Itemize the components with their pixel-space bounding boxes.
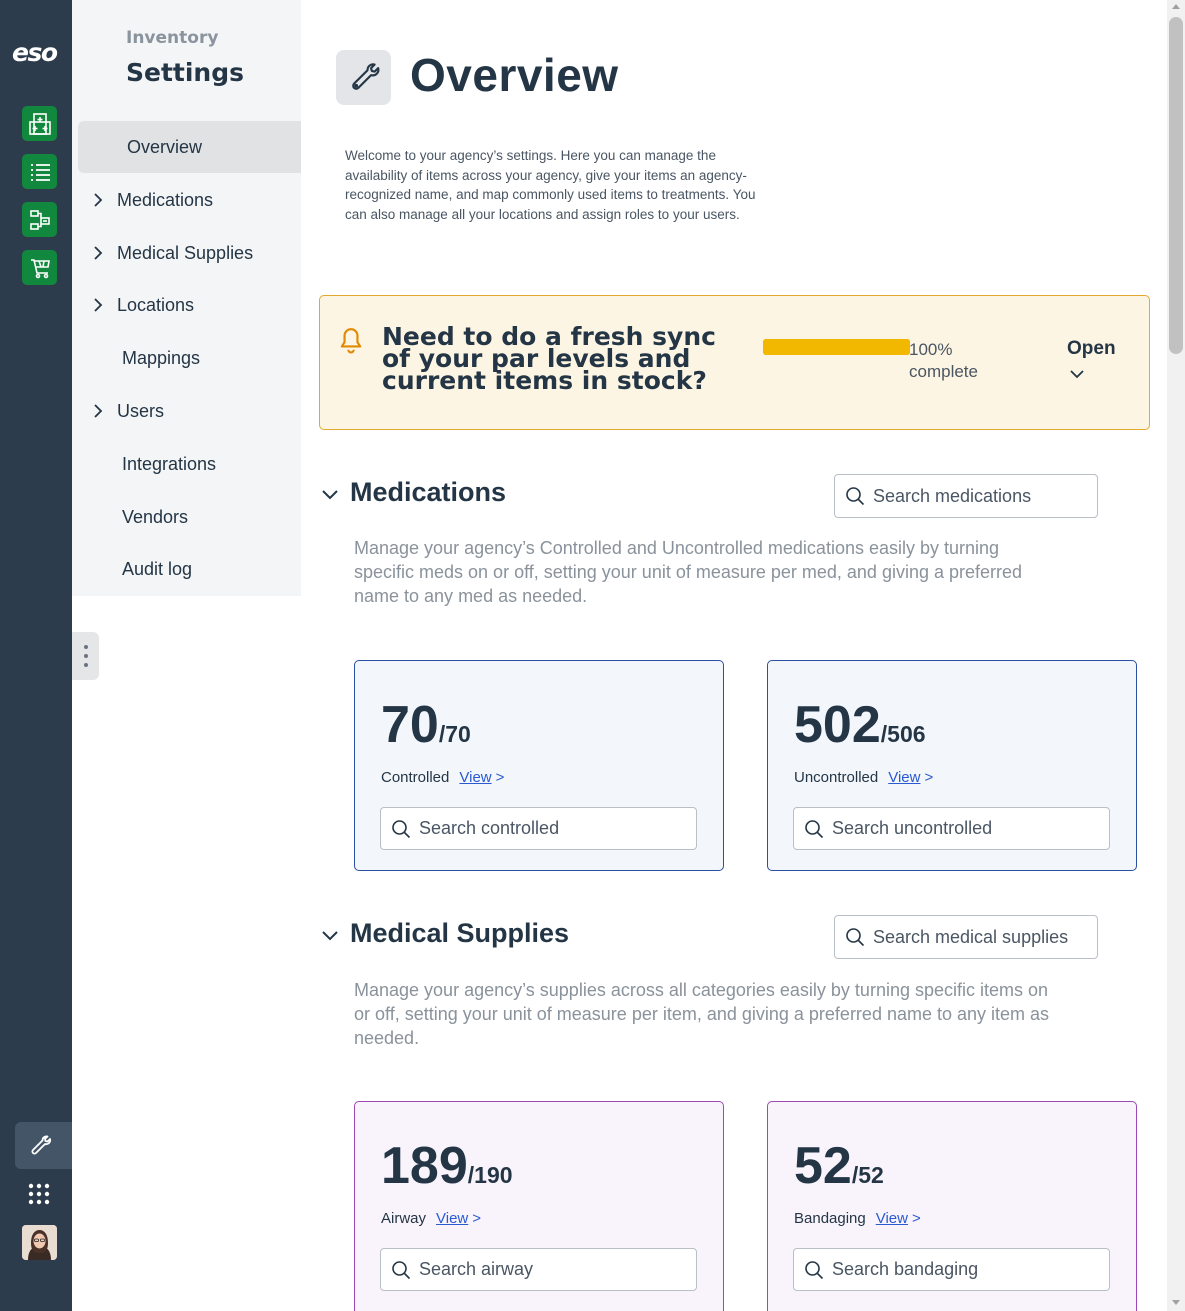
sync-progress-bar [763,339,910,355]
nav-item-integrations[interactable]: Integrations [78,438,301,490]
bell-icon [338,326,364,358]
search-placeholder: Search medical supplies [873,926,1069,947]
nav-item-label: Vendors [122,506,189,527]
page-title: Overview [410,49,619,101]
bandaging-label: Bandaging [794,1210,866,1227]
nav-item-medications[interactable]: Medications [78,174,301,226]
bandaging-card: 52/52 Bandaging View > Search bandaging [767,1101,1137,1311]
chevron-down-icon[interactable] [321,927,339,946]
chevron-right-icon [78,297,108,313]
scroll-up-arrow[interactable] [1172,4,1180,9]
sync-progress-fill [763,339,910,355]
search-controlled-input[interactable]: Search controlled [380,807,697,850]
uncontrolled-count: 502 [794,696,881,754]
search-placeholder: Search bandaging [832,1259,979,1279]
airway-count: 189 [381,1137,468,1195]
chevron-right-icon [78,245,108,261]
nav-item-label: Users [117,400,165,421]
chevron-right-icon [78,192,108,208]
search-medical-supplies-input[interactable]: Search medical supplies [834,915,1098,959]
bandaging-count: 52 [794,1137,852,1195]
wrench-icon [336,50,391,105]
banner-open-button[interactable]: Open [1067,338,1116,360]
main-content: Overview Welcome to your agency’s settin… [301,0,1167,1311]
nav-item-overview[interactable]: Overview [78,121,301,173]
wrench-icon[interactable] [15,1122,72,1169]
nav-item-label: Locations [117,294,195,315]
uncontrolled-card: 502/506 Uncontrolled View > Search uncontr… [767,660,1137,871]
controlled-view-arrow[interactable]: > [496,769,505,786]
medical-supplies-section-title: Medical Supplies [350,918,570,948]
nav-item-label: Medications [117,189,214,210]
nav-collapse-handle[interactable] [72,632,99,680]
controlled-label: Controlled [381,769,450,786]
banner-message: Need to do a fresh sync of your par leve… [382,322,716,395]
controlled-card: 70/70 Controlled View > Search controlled [354,660,724,871]
chevron-down-icon[interactable] [1069,364,1085,383]
search-placeholder: Search uncontrolled [832,818,993,838]
airway-card: 189/190 Airway View > Search airway [354,1101,724,1311]
page-description: Welcome to your agency’s settings. Here … [345,148,756,222]
search-icon [846,928,865,947]
bandaging-total: /52 [851,1162,884,1188]
bandaging-view-link[interactable]: View [876,1210,908,1227]
nav-item-medical-supplies[interactable]: Medical Supplies [78,227,301,279]
search-medications-input[interactable]: Search medications [834,474,1098,518]
chevron-down-icon[interactable] [321,486,339,505]
nav-item-audit-log[interactable]: Audit log [78,543,301,595]
search-icon [805,1260,824,1279]
search-icon [846,487,865,506]
airway-view-link[interactable]: View [436,1210,468,1227]
nav-item-vendors[interactable]: Vendors [78,491,301,543]
uncontrolled-view-arrow[interactable]: > [924,769,933,786]
nav-item-label: Integrations [122,453,217,474]
hospital-grid-icon[interactable] [22,106,57,141]
uncontrolled-label: Uncontrolled [794,769,879,786]
medications-description: Manage your agency’s Controlled and Unco… [354,538,1023,606]
scrollbar-thumb[interactable] [1169,17,1183,354]
search-icon [805,819,824,838]
scroll-down-arrow[interactable] [1172,1300,1180,1305]
airway-label: Airway [381,1210,427,1227]
workflow-icon[interactable] [22,202,57,237]
search-airway-input[interactable]: Search airway [380,1248,697,1291]
search-icon [392,819,411,838]
airway-total: /190 [467,1162,513,1188]
medical-supplies-description: Manage your agency’s supplies across all… [354,980,1050,1048]
app-rail: eso [0,0,72,1311]
controlled-total: /70 [438,721,471,747]
search-placeholder: Search airway [419,1259,534,1279]
search-uncontrolled-input[interactable]: Search uncontrolled [793,807,1110,850]
nav-item-users[interactable]: Users [78,385,301,437]
nav-eyebrow: Inventory [126,28,219,48]
nav-item-locations[interactable]: Locations [78,279,301,331]
nav-item-mappings[interactable]: Mappings [78,332,301,384]
uncontrolled-total: /506 [880,721,926,747]
nav-item-label: Overview [127,136,203,157]
settings-nav: Inventory Settings Overview Medications … [72,0,301,1311]
nav-item-label: Medical Supplies [117,242,254,263]
apps-grid-icon[interactable] [28,1183,50,1209]
airway-view-arrow[interactable]: > [472,1210,481,1227]
bandaging-view-arrow[interactable]: > [912,1210,921,1227]
sync-banner: Need to do a fresh sync of your par leve… [319,295,1150,430]
user-avatar[interactable] [22,1225,57,1260]
chevron-right-icon [78,403,108,419]
search-bandaging-input[interactable]: Search bandaging [793,1248,1110,1291]
search-placeholder: Search medications [873,485,1032,506]
search-placeholder: Search controlled [419,818,560,838]
controlled-count: 70 [381,696,439,754]
eso-logo[interactable]: eso [12,38,58,67]
uncontrolled-view-link[interactable]: View [888,769,920,786]
nav-item-label: Mappings [122,347,201,368]
nav-title: Settings [126,58,245,87]
sync-progress-label: 100% complete [909,340,978,381]
search-icon [392,1260,411,1279]
nav-item-label: Audit log [122,558,193,579]
controlled-view-link[interactable]: View [459,769,491,786]
cart-icon[interactable] [22,250,57,285]
list-icon[interactable] [22,154,57,189]
medications-section-title: Medications [350,477,507,507]
